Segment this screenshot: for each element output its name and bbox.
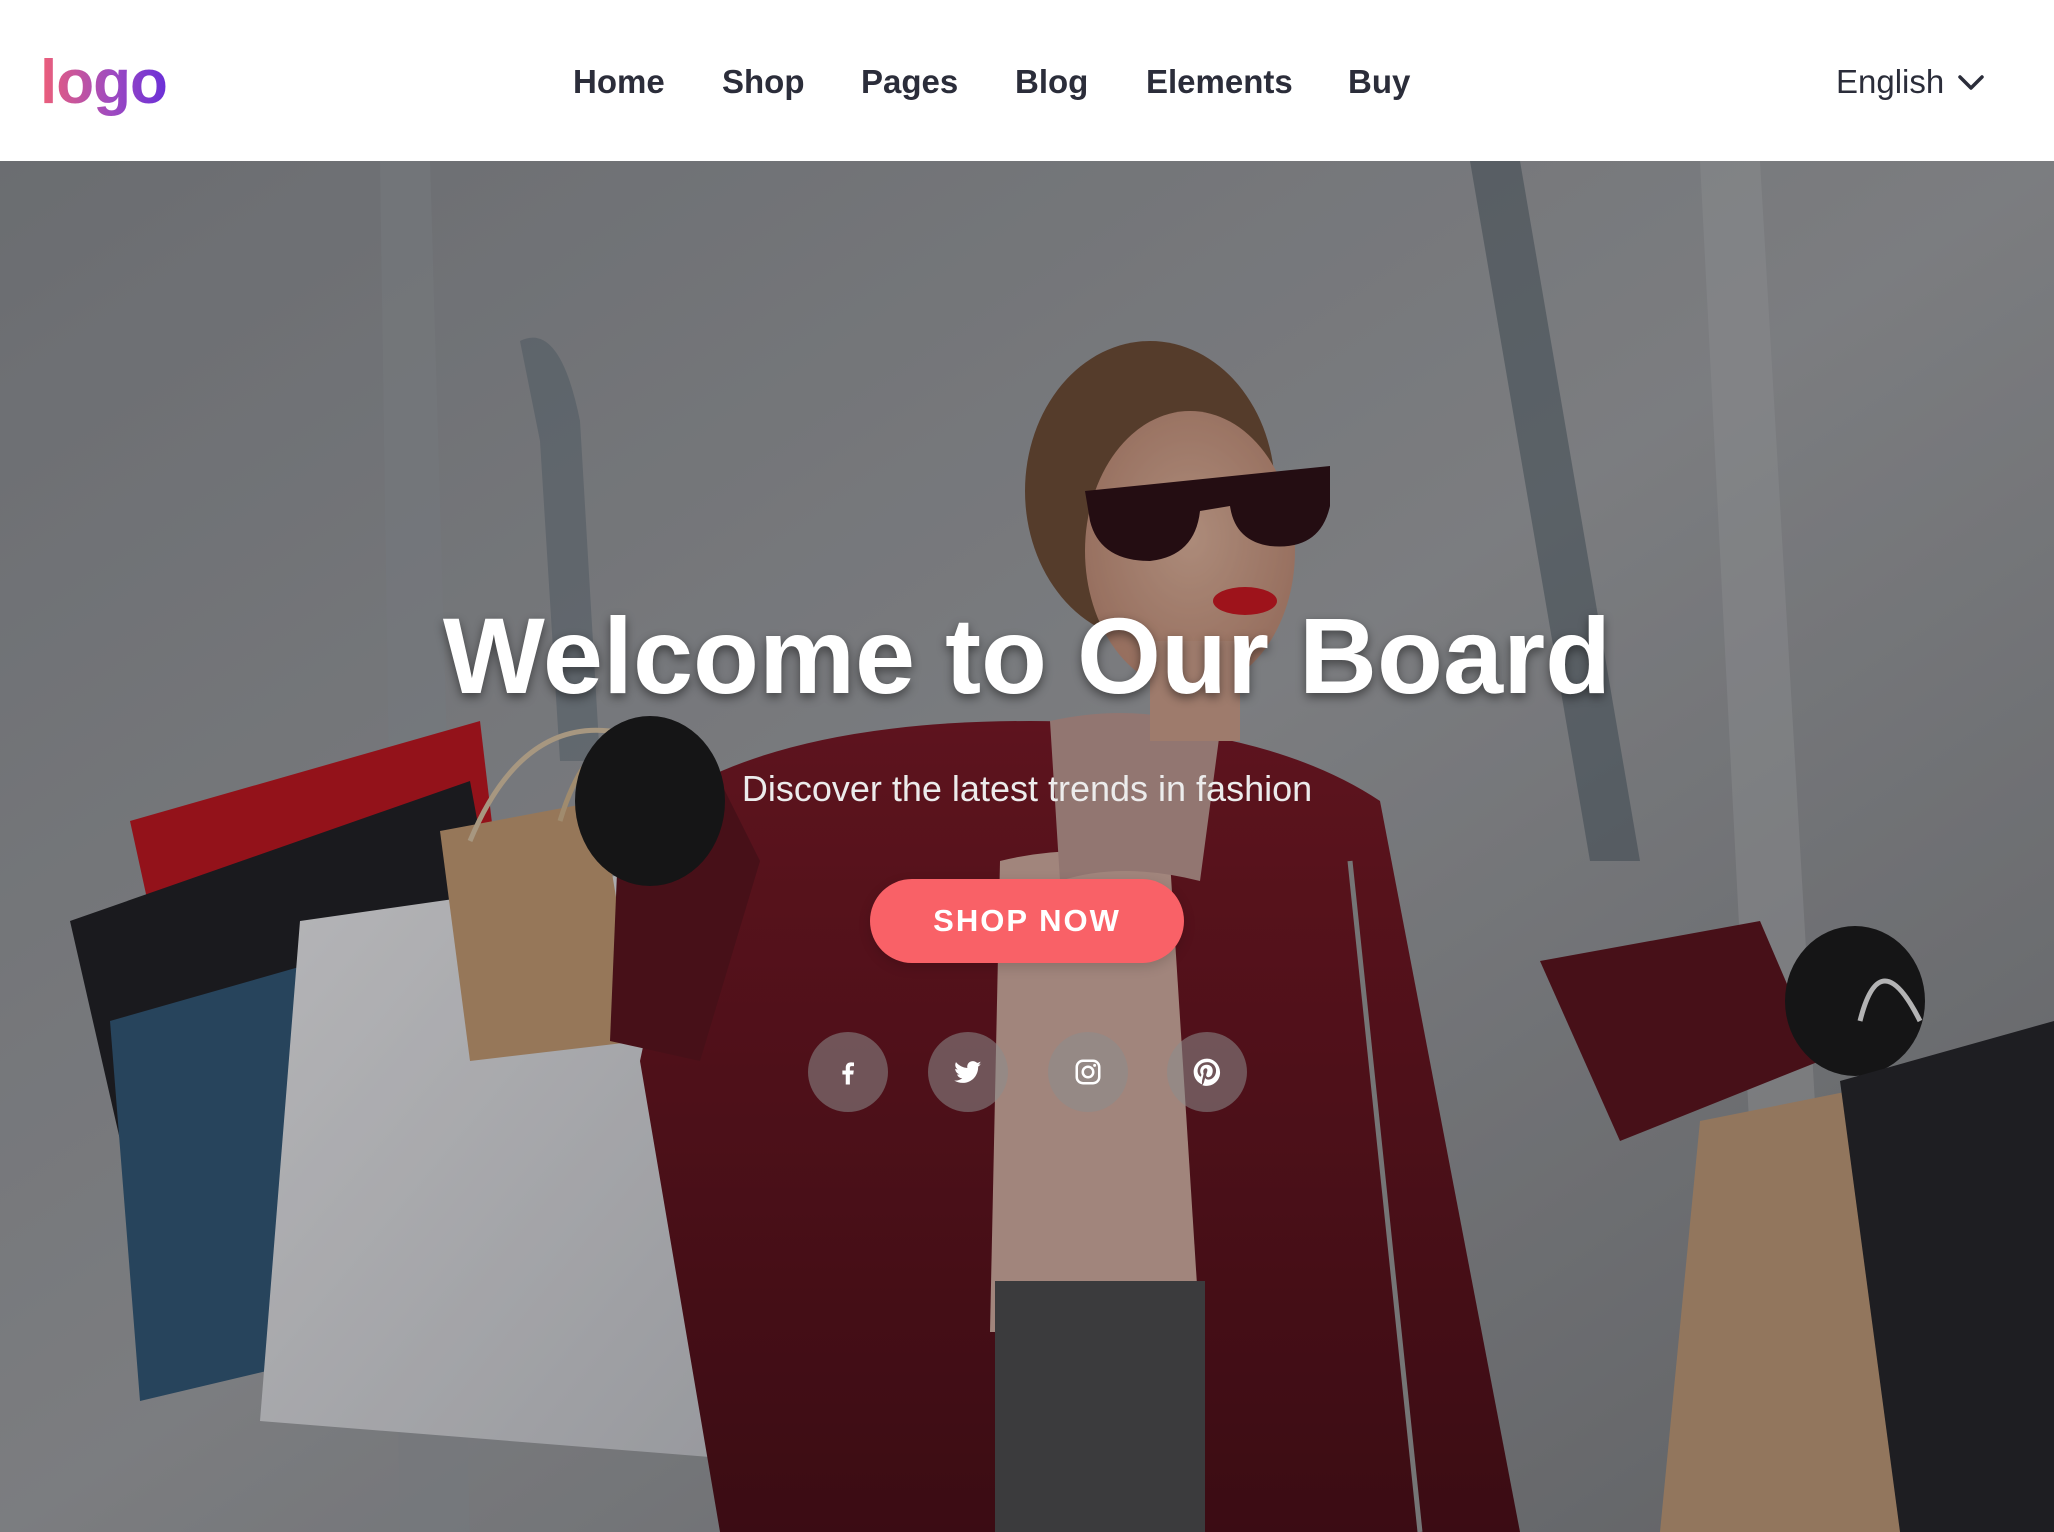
facebook-glyph bbox=[842, 1062, 854, 1085]
instagram-glyph bbox=[1075, 1059, 1101, 1085]
facebook-icon[interactable] bbox=[808, 1032, 888, 1112]
hero-section: Welcome to Our Board Discover the latest… bbox=[0, 161, 2054, 1532]
main-nav: Home Shop Pages Blog Elements Buy bbox=[0, 58, 2054, 106]
shop-now-button[interactable]: SHOP NOW bbox=[870, 879, 1184, 963]
hero-overlay bbox=[0, 161, 2054, 1532]
language-selector[interactable]: English bbox=[1836, 58, 1986, 106]
twitter-icon[interactable] bbox=[928, 1032, 1008, 1112]
nav-item-blog[interactable]: Blog bbox=[1015, 58, 1088, 106]
nav-item-shop[interactable]: Shop bbox=[722, 58, 804, 106]
nav-item-pages[interactable]: Pages bbox=[861, 58, 958, 106]
pinterest-icon[interactable] bbox=[1167, 1032, 1247, 1112]
nav-item-elements[interactable]: Elements bbox=[1146, 58, 1293, 106]
pinterest-glyph bbox=[1193, 1058, 1221, 1086]
chevron-down-icon bbox=[1956, 67, 1986, 97]
nav-item-home[interactable]: Home bbox=[573, 58, 665, 106]
nav-item-buy[interactable]: Buy bbox=[1348, 58, 1410, 106]
twitter-glyph bbox=[954, 1061, 982, 1083]
hero-subtitle: Discover the latest trends in fashion bbox=[741, 768, 1313, 809]
language-label: English bbox=[1836, 63, 1945, 100]
instagram-icon[interactable] bbox=[1048, 1032, 1128, 1112]
site-header: logo Home Shop Pages Blog Elements Buy E… bbox=[0, 0, 2054, 161]
hero-title: Welcome to Our Board bbox=[442, 595, 1612, 716]
